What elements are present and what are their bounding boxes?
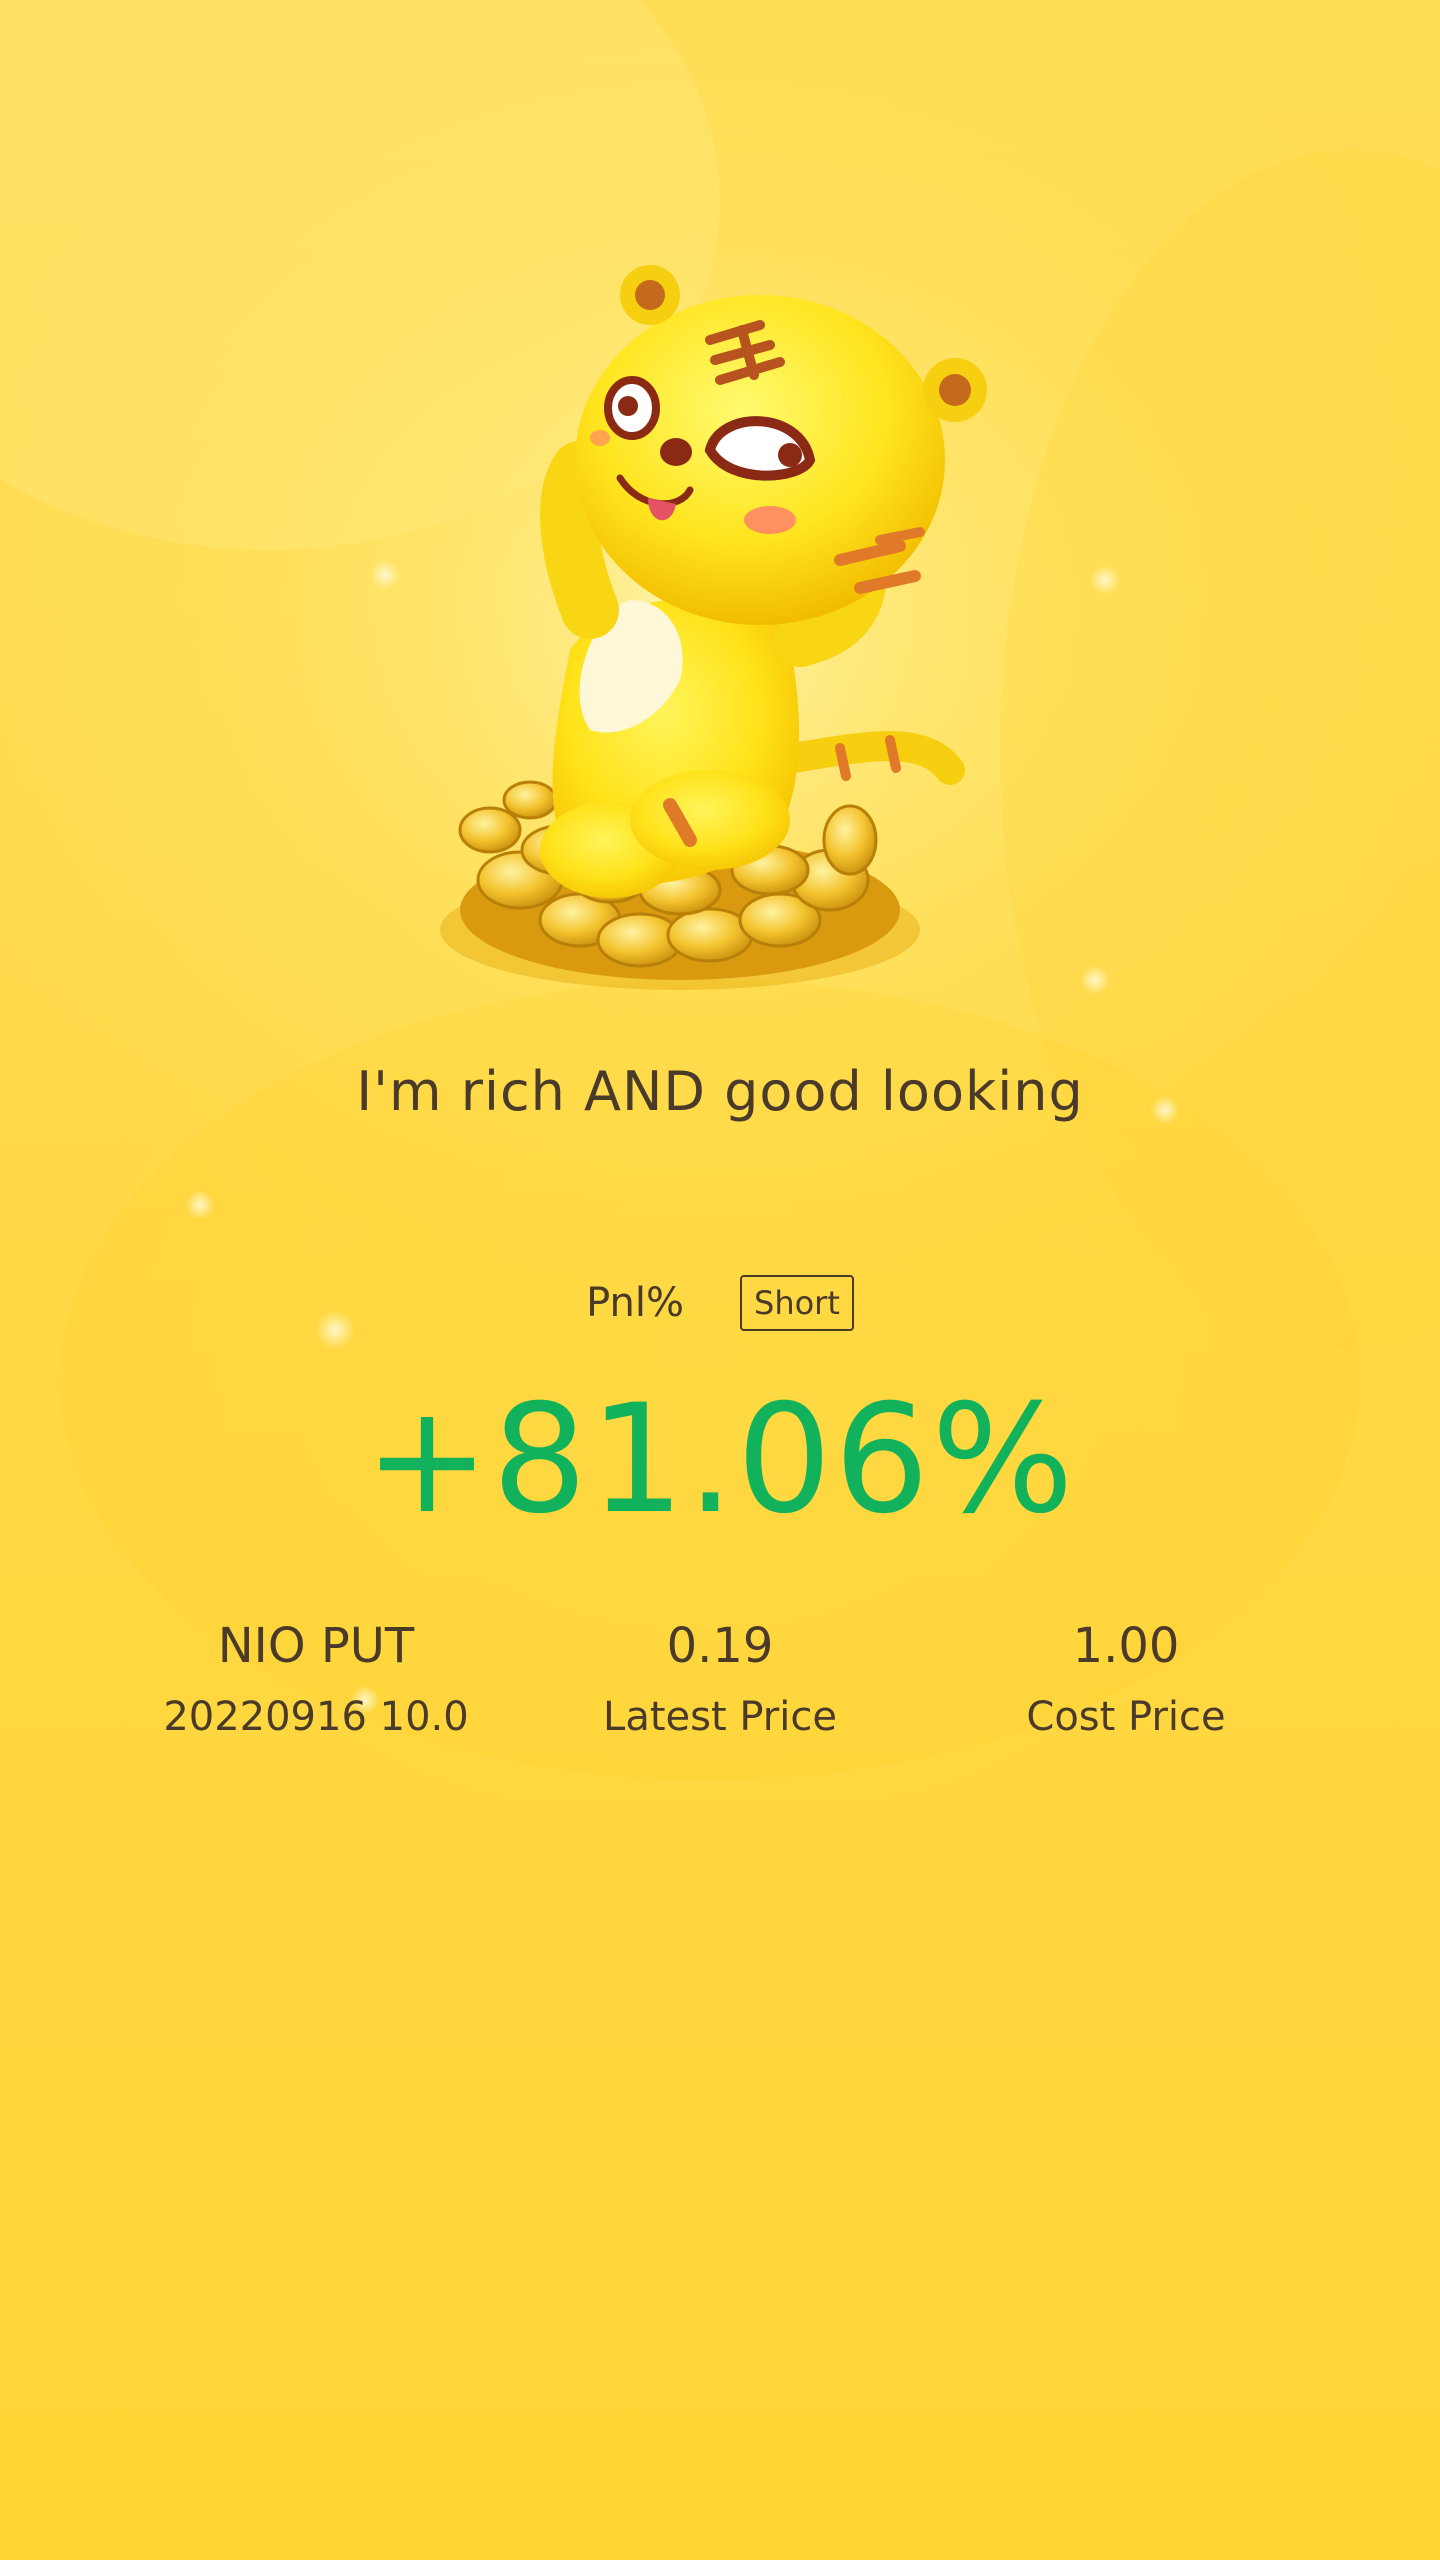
pnl-percentage: +81.06% [364, 1373, 1076, 1547]
direction-badge: Short [740, 1275, 854, 1331]
pnl-header: Pnl% Short [0, 1275, 1440, 1331]
sparkle-decoration [1080, 965, 1110, 995]
instrument-expiry-strike: 20220916 10.0 [163, 1694, 469, 1741]
stat-latest-price: 0.19 Latest Price [510, 1615, 930, 1743]
instrument-name: NIO PUT [217, 1618, 415, 1674]
stat-instrument: NIO PUT 20220916 10.0 [106, 1615, 526, 1743]
tiger-on-gold-coins-icon [380, 230, 1020, 990]
cost-price-label: Cost Price [1026, 1694, 1226, 1741]
position-stats: NIO PUT 20220916 10.0 0.19 Latest Price … [0, 1615, 1440, 1765]
share-card: I'm rich AND good looking Pnl% Short +81… [0, 0, 1440, 2560]
latest-price-value: 0.19 [666, 1618, 774, 1674]
stat-cost-price: 1.00 Cost Price [916, 1615, 1336, 1743]
sparkle-decoration [1090, 565, 1120, 595]
background-glow [1000, 150, 1440, 1350]
slogan-text: I'm rich AND good looking [356, 1060, 1084, 1123]
pnl-label: Pnl% [586, 1280, 684, 1326]
latest-price-label: Latest Price [603, 1694, 837, 1741]
sparkle-decoration [185, 1190, 215, 1220]
cost-price-value: 1.00 [1072, 1618, 1180, 1674]
